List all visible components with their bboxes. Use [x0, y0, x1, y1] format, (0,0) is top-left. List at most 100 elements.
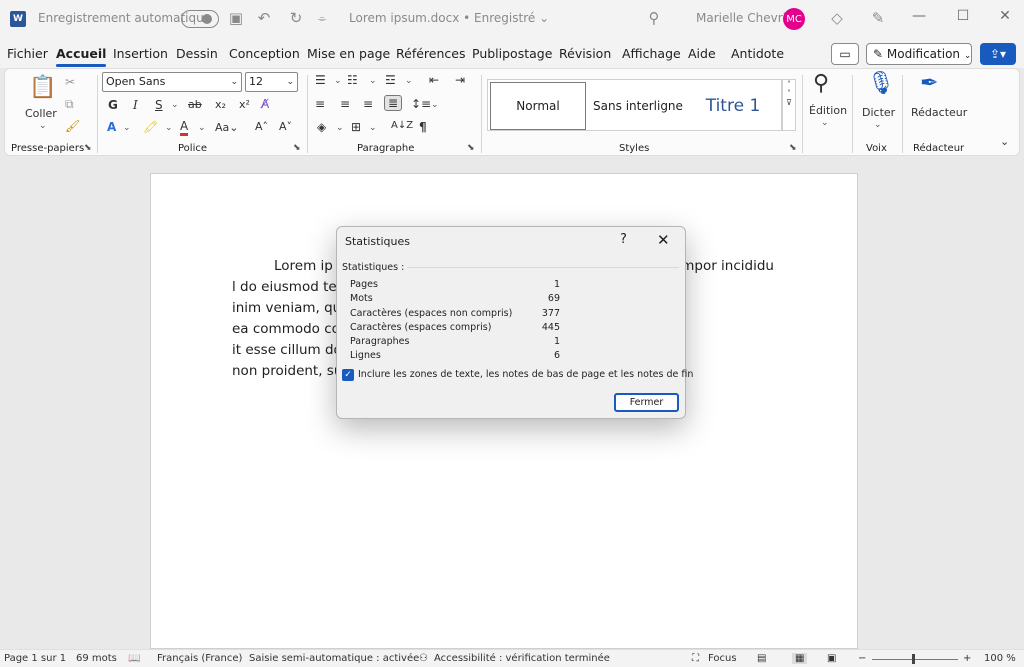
zoom-in-button[interactable]: + [963, 653, 971, 664]
close-icon[interactable]: ✕ [657, 231, 670, 249]
format-painter-icon[interactable]: 🖌 [65, 119, 80, 133]
redo-icon[interactable]: ↻ [286, 9, 306, 27]
customize-icon[interactable]: ⌯ [312, 12, 332, 26]
decrease-indent-icon[interactable]: ⇤ [429, 73, 439, 87]
page-count[interactable]: Page 1 sur 1 [4, 653, 66, 664]
autocomplete-status[interactable]: Saisie semi-automatique : activée [249, 653, 419, 664]
tab-revision[interactable]: Révision [559, 46, 611, 61]
print-layout-icon[interactable]: ▦ [792, 653, 808, 664]
align-center-icon[interactable]: ≡ [340, 97, 350, 111]
tab-affichage[interactable]: Affichage [622, 46, 681, 61]
chevron-down-icon[interactable]: ⌄ [821, 118, 829, 128]
paste-chevron-icon[interactable]: ⌄ [39, 121, 47, 131]
subscript-icon[interactable]: x₂ [215, 98, 226, 111]
italic-icon[interactable]: I [133, 98, 138, 112]
chevron-down-icon[interactable]: ⌄ [123, 123, 131, 133]
editor-pen-icon[interactable]: ✒ [920, 71, 938, 96]
bold-icon[interactable]: G [108, 98, 118, 112]
change-case-icon[interactable]: Aa⌄ [215, 121, 238, 134]
tab-dessin[interactable]: Dessin [176, 46, 218, 61]
chevron-down-icon[interactable]: ⌄ [165, 123, 173, 133]
chevron-down-icon[interactable]: ⌄ [431, 100, 439, 110]
justify-icon[interactable]: ≣ [384, 95, 403, 111]
maximize-icon[interactable]: ☐ [948, 8, 978, 30]
style-sans-interligne[interactable]: Sans interligne [588, 82, 688, 130]
tab-aide[interactable]: Aide [688, 46, 716, 61]
strikethrough-icon[interactable]: ab [188, 98, 202, 111]
search-icon[interactable]: ⚲ [644, 9, 664, 27]
language[interactable]: Français (France) [157, 653, 242, 664]
chevron-down-icon[interactable]: ˅ [783, 89, 795, 98]
chevron-down-icon[interactable]: ⌄ [334, 76, 342, 86]
pen-icon[interactable]: ✎ [868, 9, 888, 27]
cut-icon[interactable]: ✂ [65, 75, 75, 89]
bullets-icon[interactable]: ☰ [315, 73, 326, 87]
tab-mise-en-page[interactable]: Mise en page [307, 46, 390, 61]
superscript-icon[interactable]: x² [239, 98, 250, 111]
microphone-icon[interactable]: 🎙 [867, 71, 895, 96]
close-button[interactable]: Fermer [614, 393, 679, 412]
share-button[interactable]: ⇪▾ [980, 43, 1016, 65]
clear-formatting-icon[interactable]: A̸ [261, 97, 269, 111]
tab-references[interactable]: Références [396, 46, 465, 61]
line-spacing-icon[interactable]: ↕≡ [411, 97, 431, 111]
shrink-font-icon[interactable]: A˅ [279, 120, 292, 133]
sort-icon[interactable]: A↓Z [391, 120, 413, 131]
highlight-icon[interactable]: 🖍 [143, 120, 158, 134]
align-left-icon[interactable]: ≡ [315, 97, 325, 111]
shading-icon[interactable]: ◈ [317, 120, 326, 134]
chevron-down-icon[interactable]: ⌄ [198, 123, 206, 133]
include-notes-checkbox[interactable]: ✓ [342, 369, 354, 381]
more-styles-icon[interactable]: ⊽ [783, 98, 795, 107]
accessibility-status[interactable]: Accessibilité : vérification terminée [434, 653, 610, 664]
undo-icon[interactable]: ↶ [254, 9, 274, 27]
tab-publipostage[interactable]: Publipostage [472, 46, 552, 61]
web-layout-icon[interactable]: ▣ [827, 653, 836, 664]
help-icon[interactable]: ? [620, 232, 627, 247]
edition-label[interactable]: Édition [809, 104, 847, 117]
focus-label[interactable]: Focus [708, 653, 737, 664]
close-icon[interactable]: ✕ [990, 8, 1020, 30]
zoom-slider[interactable] [872, 659, 958, 660]
tab-antidote[interactable]: Antidote [731, 46, 784, 61]
diamond-icon[interactable]: ◇ [827, 9, 847, 27]
paste-icon[interactable]: 📋 [29, 75, 56, 100]
zoom-level[interactable]: 100 % [984, 653, 1016, 664]
text-effects-icon[interactable]: A [107, 120, 116, 134]
minimize-icon[interactable]: — [904, 8, 934, 30]
align-right-icon[interactable]: ≡ [363, 97, 373, 111]
chevron-up-icon[interactable]: ˄ [783, 80, 795, 89]
font-size-select[interactable]: 12 ⌄ [245, 72, 298, 92]
borders-icon[interactable]: ⊞ [351, 120, 361, 134]
chevron-down-icon[interactable]: ⌄ [336, 123, 344, 133]
document-paragraph-right[interactable]: l do eiusmod tempor incididu [686, 256, 774, 277]
include-notes-label[interactable]: Inclure les zones de texte, les notes de… [358, 369, 693, 380]
underline-icon[interactable]: S [155, 98, 163, 112]
save-icon[interactable]: ▣ [226, 9, 246, 27]
pilcrow-icon[interactable]: ¶ [419, 120, 427, 134]
font-launcher-icon[interactable]: ⬊ [293, 143, 301, 153]
editor-label[interactable]: Rédacteur [911, 106, 967, 119]
proofing-icon[interactable]: 📖 [128, 653, 140, 664]
styles-scroll[interactable]: ˄ ˅ ⊽ [782, 79, 796, 131]
tab-accueil[interactable]: Accueil [56, 46, 107, 67]
style-titre-1[interactable]: Titre 1 [688, 82, 778, 130]
zoom-slider-thumb[interactable] [912, 654, 915, 664]
clipboard-launcher-icon[interactable]: ⬊ [84, 143, 92, 153]
read-mode-icon[interactable]: ▤ [757, 653, 766, 664]
tab-insertion[interactable]: Insertion [113, 46, 168, 61]
style-normal[interactable]: Normal [490, 82, 586, 130]
zoom-out-button[interactable]: − [858, 653, 866, 664]
chevron-down-icon[interactable]: ⌄ [171, 100, 179, 110]
paragraph-launcher-icon[interactable]: ⬊ [467, 143, 475, 153]
accessibility-icon[interactable]: ⚇ [419, 653, 428, 664]
tab-conception[interactable]: Conception [229, 46, 300, 61]
chevron-down-icon[interactable]: ⌄ [405, 76, 413, 86]
font-color-icon[interactable]: A [180, 120, 189, 136]
comments-button[interactable]: ▭ [831, 43, 859, 65]
chevron-down-icon[interactable]: ⌄ [369, 123, 377, 133]
autosave-toggle[interactable] [181, 10, 219, 28]
copy-icon[interactable]: ⧉ [65, 97, 74, 112]
avatar[interactable]: MC [783, 8, 805, 30]
increase-indent-icon[interactable]: ⇥ [455, 73, 465, 87]
